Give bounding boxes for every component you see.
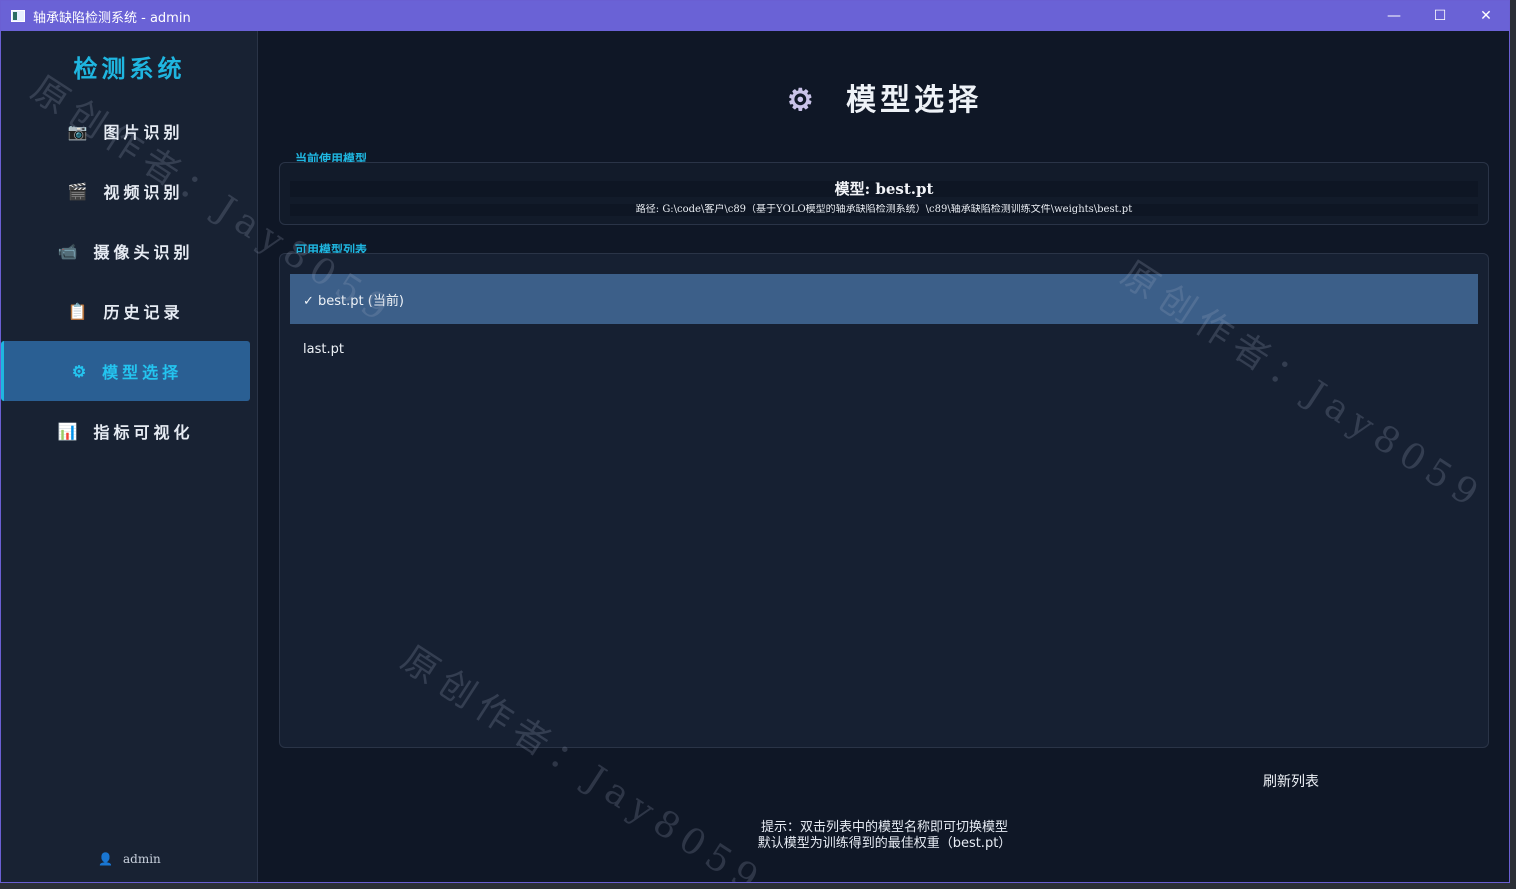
user-icon: 👤 — [98, 852, 114, 866]
hint-line-2: 默认模型为训练得到的最佳权重（best.pt） — [757, 836, 1012, 851]
sidebar-item-metrics[interactable]: 📊 指标可视化 — [1, 401, 250, 461]
page-title: ⚙ 模型选择 — [259, 75, 1509, 119]
camera-icon: 📷 — [67, 121, 88, 141]
clapper-icon: 🎬 — [67, 181, 88, 201]
gear-icon: ⚙ — [71, 361, 87, 381]
page-title-text: 模型选择 — [846, 83, 983, 118]
sidebar-item-video-detect[interactable]: 🎬 视频识别 — [1, 161, 250, 221]
minimize-button[interactable]: — — [1371, 1, 1417, 31]
sidebar-item-label: 模型选择 — [102, 363, 183, 382]
window-title: 轴承缺陷检测系统 - admin — [33, 10, 191, 26]
close-button[interactable]: ✕ — [1463, 1, 1509, 31]
sidebar-item-label: 摄像头识别 — [93, 243, 194, 262]
sidebar-item-label: 图片识别 — [103, 123, 184, 142]
sidebar-item-camera-detect[interactable]: 📹 摄像头识别 — [1, 221, 250, 281]
current-model-path: 路径: G:\code\客户\c89（基于YOLO模型的轴承缺陷检测系统）\c8… — [290, 204, 1478, 216]
video-camera-icon: 📹 — [57, 241, 78, 261]
sidebar-item-label: 历史记录 — [103, 303, 184, 322]
title-bar: 轴承缺陷检测系统 - admin — ☐ ✕ — [1, 1, 1509, 31]
refresh-list-button[interactable]: 刷新列表 — [1254, 770, 1328, 792]
list-item[interactable]: ✓ best.pt (当前) — [290, 274, 1478, 324]
maximize-button[interactable]: ☐ — [1417, 1, 1463, 31]
username: admin — [123, 852, 161, 866]
sidebar-item-image-detect[interactable]: 📷 图片识别 — [1, 101, 250, 161]
clipboard-icon: 📋 — [67, 301, 88, 321]
model-list[interactable]: ✓ best.pt (当前) last.pt — [279, 253, 1489, 748]
user-info: 👤 admin — [1, 852, 258, 866]
app-icon — [11, 10, 25, 22]
gear-icon: ⚙ — [786, 83, 814, 118]
sidebar-brand: 检测系统 — [73, 54, 186, 83]
bar-chart-icon: 📊 — [57, 421, 78, 441]
window-controls: — ☐ ✕ — [1371, 1, 1509, 31]
app-window: 轴承缺陷检测系统 - admin — ☐ ✕ 检测系统 📷 图片识别 🎬 视频识… — [0, 0, 1510, 883]
hint-line-1: 提示：双击列表中的模型名称即可切换模型 — [760, 820, 1008, 835]
hint-text: 提示：双击列表中的模型名称即可切换模型 默认模型为训练得到的最佳权重（best.… — [259, 820, 1509, 852]
sidebar: 检测系统 📷 图片识别 🎬 视频识别 📹 摄像头识别 📋 历史记录 ⚙ 模型选择… — [1, 31, 258, 882]
current-model-name: 模型: best.pt — [290, 181, 1478, 197]
sidebar-item-label: 指标可视化 — [93, 423, 194, 442]
list-item[interactable]: last.pt — [290, 324, 1478, 374]
sidebar-item-model-select[interactable]: ⚙ 模型选择 — [1, 341, 250, 401]
main-panel: ⚙ 模型选择 当前使用模型 模型: best.pt 路径: G:\code\客户… — [259, 31, 1509, 882]
sidebar-item-history[interactable]: 📋 历史记录 — [1, 281, 250, 341]
current-model-box: 模型: best.pt 路径: G:\code\客户\c89（基于YOLO模型的… — [279, 162, 1489, 225]
sidebar-item-label: 视频识别 — [103, 183, 184, 202]
